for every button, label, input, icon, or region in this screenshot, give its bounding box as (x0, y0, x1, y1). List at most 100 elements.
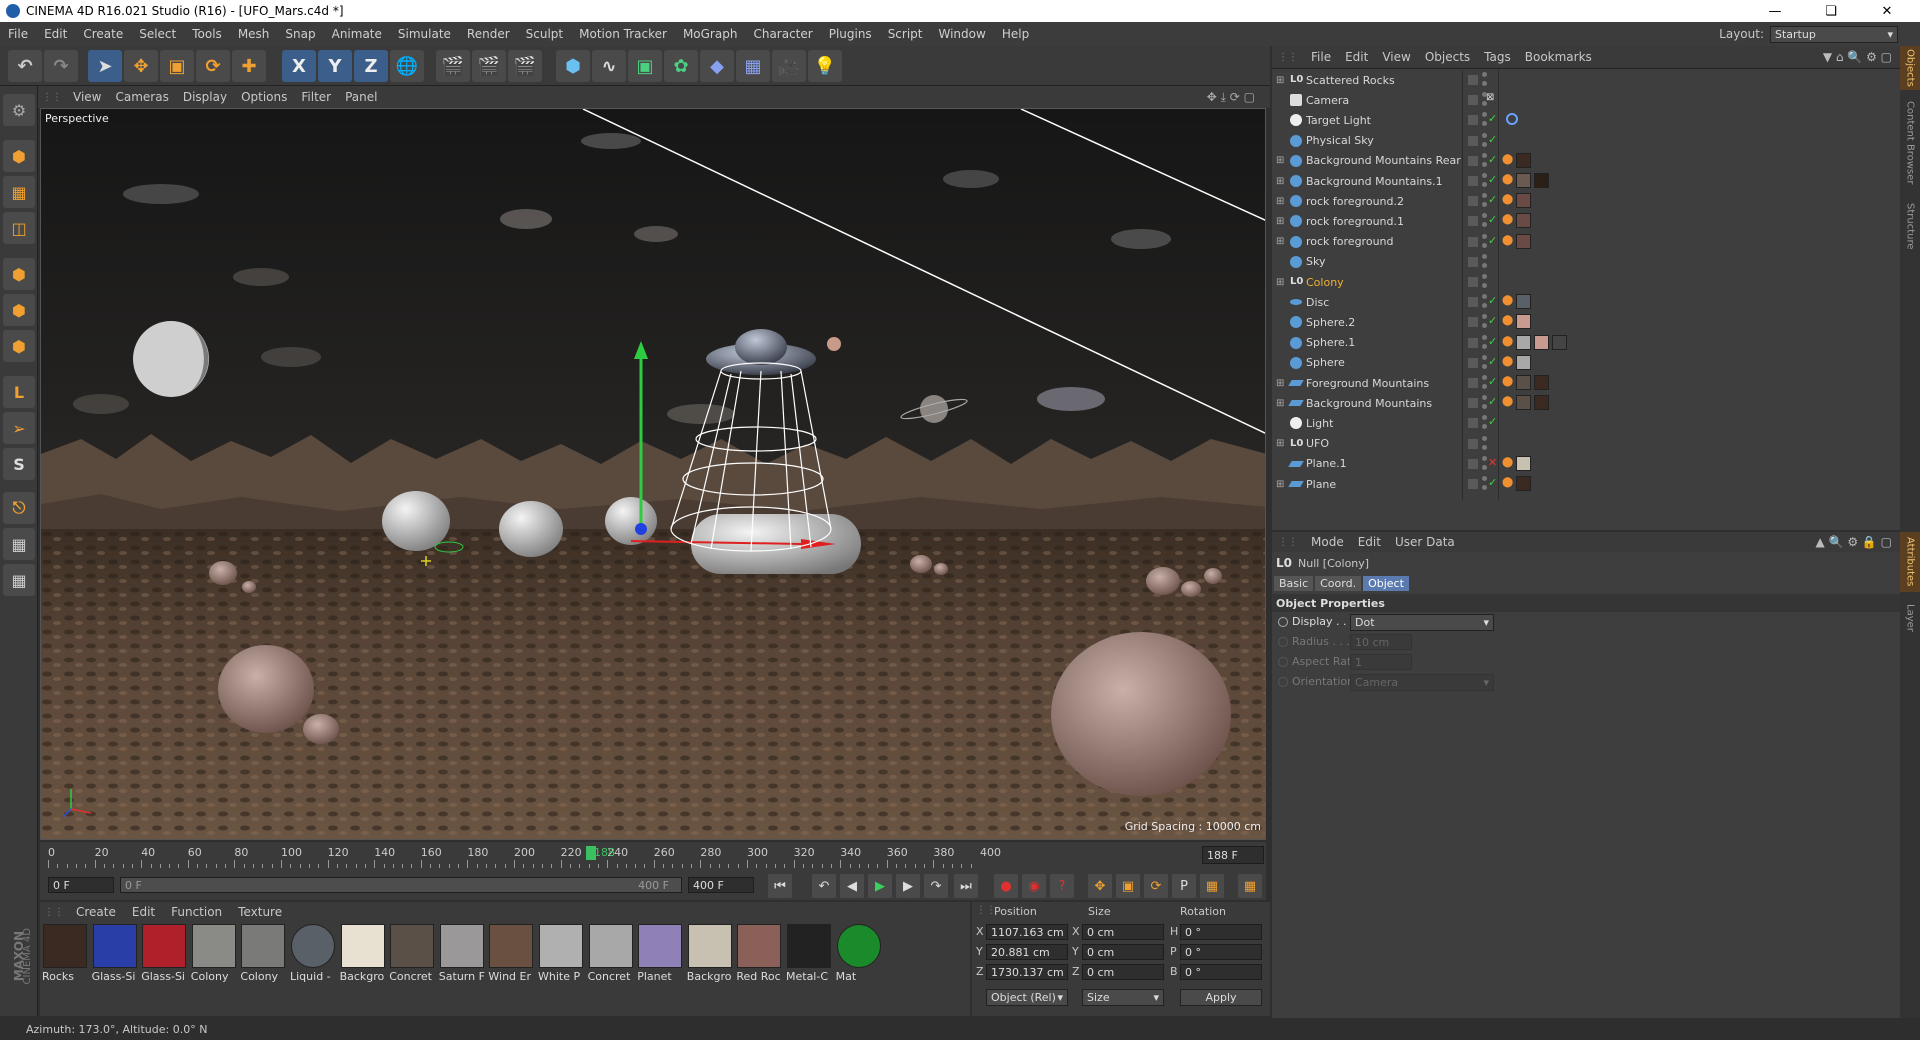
material-tag-thumbnail[interactable] (1516, 455, 1531, 471)
object-row[interactable]: Target Light ✓ (1272, 110, 1900, 130)
menu-plugins[interactable]: Plugins (821, 27, 880, 41)
editor-visibility-dot[interactable] (1482, 476, 1487, 481)
enabled-check-icon[interactable]: ✓ (1488, 395, 1497, 408)
object-row[interactable]: ⊞ rock foreground.1 ✓ ⬤ (1272, 211, 1900, 231)
axis-mode-button[interactable]: L (3, 376, 35, 408)
object-row[interactable]: ⊞ Plane ✓ ⬤ (1272, 474, 1900, 494)
texture-tag-icon[interactable]: ⬤ (1502, 376, 1513, 387)
layer-visibility-toggle[interactable] (1468, 95, 1478, 106)
cube-primitive-button[interactable]: ⬢ (556, 50, 590, 82)
property-display-field[interactable]: Dot ▾ (1350, 614, 1494, 631)
viewport-nav-icons[interactable]: ✥ ⤓ ⟳ ▢ (1200, 90, 1262, 105)
key-scale-button[interactable]: ▣ (1116, 874, 1140, 898)
render-visibility-dot[interactable] (1482, 424, 1487, 430)
object-row[interactable]: Sphere.1 ✓ ⬤ (1272, 333, 1900, 353)
position-x-field[interactable]: 1107.163 cm (986, 924, 1068, 940)
edges-mode-button[interactable]: ⬢ (3, 294, 35, 326)
editor-visibility-dot[interactable] (1482, 455, 1487, 461)
y-axis-lock-button[interactable]: Y (318, 50, 352, 82)
render-visibility-dot[interactable] (1482, 464, 1487, 470)
next-key-button[interactable]: ↷ (924, 874, 948, 898)
render-visibility-dot[interactable] (1482, 384, 1487, 389)
menu-window[interactable]: Window (931, 27, 994, 41)
enabled-check-icon[interactable]: ✓ (1488, 375, 1497, 388)
editor-visibility-dot[interactable] (1482, 233, 1487, 239)
animate-radio-icon[interactable] (1278, 677, 1288, 687)
material-swatch[interactable]: Metal-C (786, 924, 832, 990)
material-tag-thumbnail[interactable] (1516, 375, 1531, 390)
selection-arrow-button[interactable]: ➤ (88, 50, 122, 82)
play-button[interactable]: ▶ (868, 874, 892, 898)
material-swatch[interactable]: Glass-Si (141, 924, 187, 990)
timeline-ruler[interactable]: 0 20 40 60 80 100 120 140 160 180 200 220 240 260 280 3… (40, 842, 1266, 872)
deformer-button[interactable]: ◆ (700, 50, 734, 82)
tab-attributes[interactable]: Attributes (1900, 532, 1920, 592)
protection-tag-icon[interactable]: ⊠ (1486, 92, 1494, 103)
attr-menu-mode[interactable]: Mode (1304, 535, 1351, 549)
menu-render[interactable]: Render (459, 27, 518, 41)
disabled-x-icon[interactable]: ✕ (1488, 456, 1497, 469)
object-row[interactable]: Sky (1272, 252, 1900, 272)
subdivision-surface-button[interactable]: ▣ (628, 50, 662, 82)
attr-tab-object[interactable]: Object (1363, 576, 1409, 591)
editor-visibility-dot[interactable] (1482, 132, 1487, 138)
key-rotation-button[interactable]: ⟳ (1144, 874, 1168, 898)
material-swatch[interactable]: Rocks (42, 924, 88, 990)
editor-visibility-dot[interactable] (1482, 193, 1487, 199)
editor-visibility-dot[interactable] (1482, 112, 1487, 118)
layer-visibility-toggle[interactable] (1468, 317, 1478, 328)
editor-visibility-dot[interactable] (1482, 334, 1487, 340)
editor-visibility-dot[interactable] (1482, 435, 1487, 441)
expand-icon[interactable]: ⊞ (1276, 176, 1284, 187)
texture-tag-icon[interactable]: ⬤ (1502, 174, 1513, 185)
autokey-button[interactable]: ◉ (1022, 874, 1046, 898)
viewport-menu-cameras[interactable]: Cameras (108, 90, 175, 104)
material-tag-thumbnail[interactable] (1516, 233, 1531, 249)
menu-motion-tracker[interactable]: Motion Tracker (571, 27, 675, 41)
animate-radio-icon[interactable] (1278, 637, 1288, 647)
menu-snap[interactable]: Snap (277, 27, 323, 41)
object-row[interactable]: Sphere ✓ ⬤ (1272, 353, 1900, 373)
material-swatch[interactable]: Backgro (687, 924, 733, 990)
layer-visibility-toggle[interactable] (1468, 357, 1478, 368)
expand-icon[interactable]: ⊞ (1276, 479, 1284, 490)
layer-visibility-toggle[interactable] (1468, 398, 1478, 409)
prev-key-button[interactable]: ↶ (812, 874, 836, 898)
object-row[interactable]: ⊞ L0 Colony (1272, 272, 1900, 292)
editor-visibility-dot[interactable] (1482, 375, 1487, 380)
layer-visibility-toggle[interactable] (1468, 479, 1478, 489)
object-row[interactable]: ⊞ rock foreground ✓ ⬤ (1272, 232, 1900, 252)
render-visibility-dot[interactable] (1482, 262, 1487, 268)
layer-visibility-toggle[interactable] (1468, 277, 1478, 287)
enabled-check-icon[interactable]: ✓ (1488, 335, 1497, 348)
prev-frame-button[interactable]: ◀ (840, 874, 864, 898)
menu-mograph[interactable]: MoGraph (675, 27, 746, 41)
om-menu-objects[interactable]: Objects (1418, 50, 1477, 64)
object-row[interactable]: Light ✓ (1272, 413, 1900, 433)
material-swatch[interactable]: Wind Er (488, 924, 534, 990)
property-radius-field[interactable]: 10 cm (1350, 634, 1412, 650)
render-visibility-dot[interactable] (1482, 444, 1487, 450)
render-visibility-dot[interactable] (1482, 161, 1487, 167)
texture-tag-icon[interactable]: ⬤ (1502, 356, 1513, 367)
expand-icon[interactable]: ⊞ (1276, 196, 1284, 207)
om-menu-tags[interactable]: Tags (1477, 50, 1518, 64)
layer-visibility-toggle[interactable] (1468, 297, 1478, 308)
editor-visibility-dot[interactable] (1482, 173, 1487, 178)
lock-workplane-button[interactable]: ▦ (3, 528, 35, 560)
maximize-button[interactable]: ❏ (1808, 0, 1854, 22)
minimize-button[interactable]: — (1752, 0, 1798, 22)
texture-tag-icon[interactable]: ⬤ (1502, 295, 1513, 306)
tweak-mode-button[interactable]: ➢ (3, 412, 35, 444)
size-mode-dropdown[interactable]: Size ▾ (1082, 989, 1164, 1006)
editor-visibility-dot[interactable] (1482, 213, 1487, 219)
layer-visibility-toggle[interactable] (1468, 196, 1478, 207)
expand-icon[interactable]: ⊞ (1276, 378, 1284, 389)
end-frame-field[interactable]: 400 F (688, 877, 754, 893)
material-tag-thumbnail[interactable] (1516, 314, 1531, 330)
layout-dropdown[interactable]: Startup ▾ (1770, 25, 1898, 43)
texture-tag-icon[interactable]: ⬤ (1502, 396, 1513, 407)
render-view-button[interactable]: 🎬 (436, 50, 470, 82)
render-visibility-dot[interactable] (1482, 182, 1487, 187)
texture-tag-icon[interactable]: ⬤ (1502, 235, 1513, 246)
